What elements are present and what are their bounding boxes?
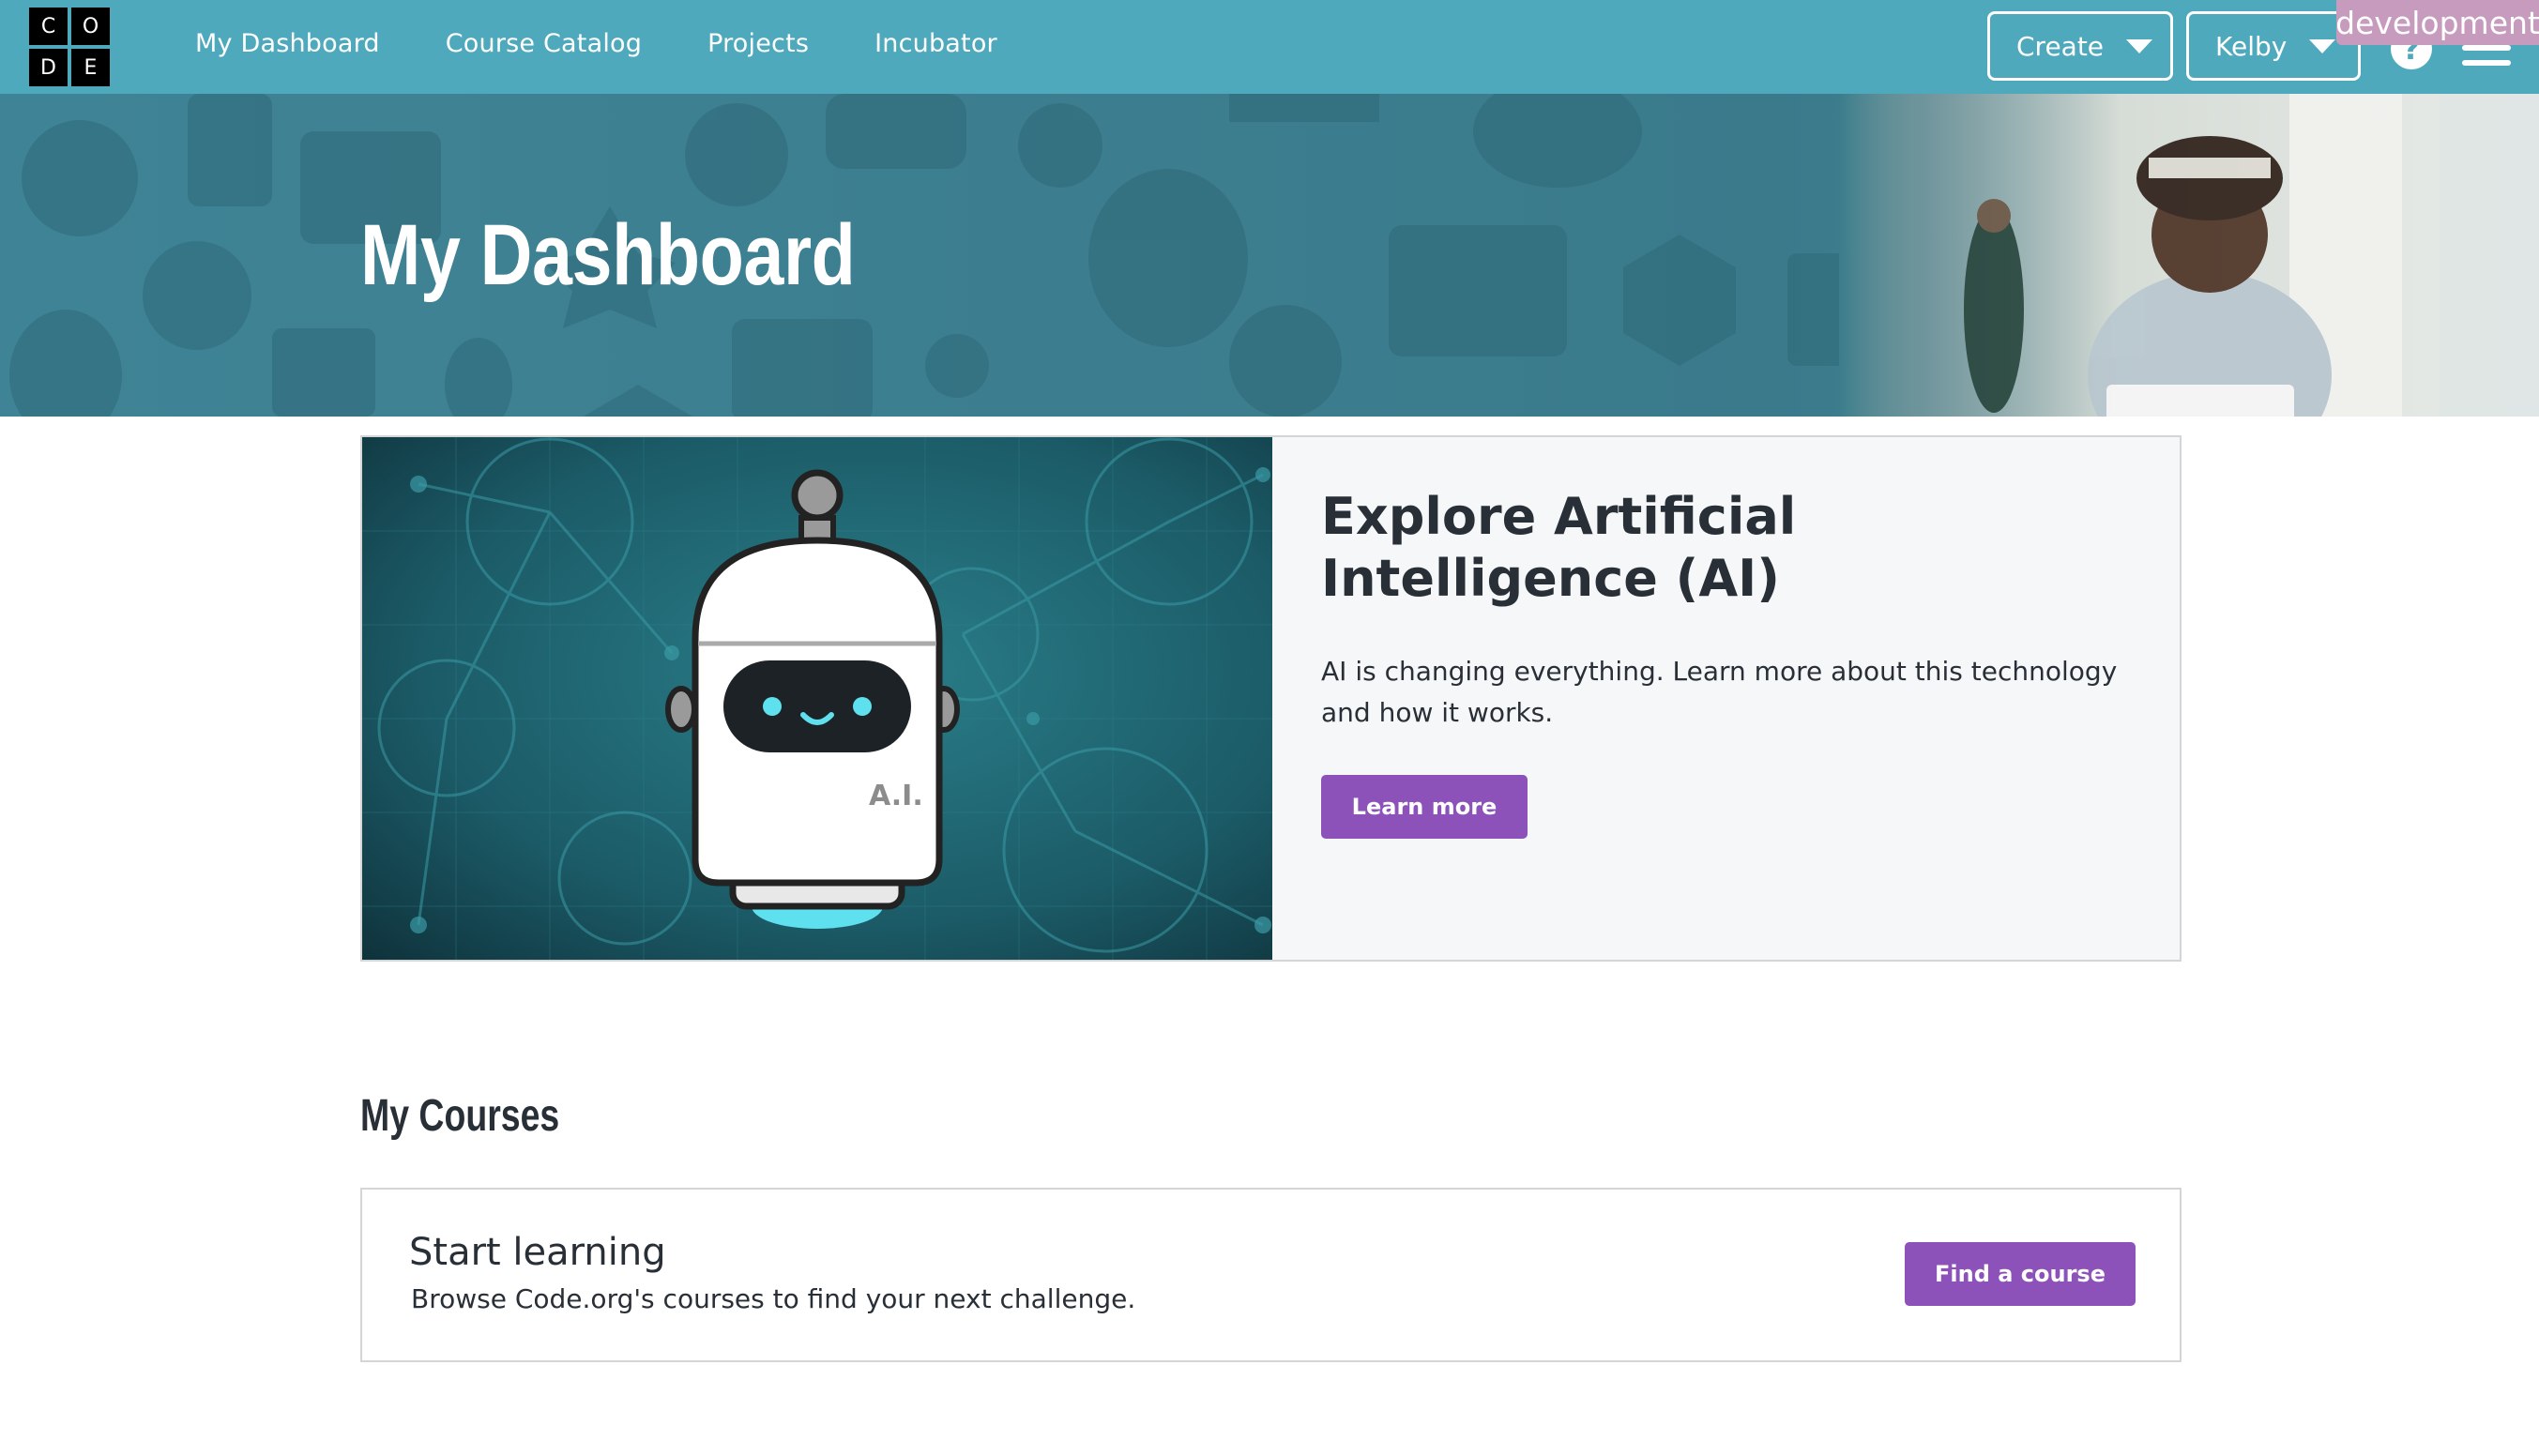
logo-letter: C — [29, 8, 68, 45]
main-nav: My Dashboard Course Catalog Projects Inc… — [195, 0, 997, 86]
nav-link-projects[interactable]: Projects — [707, 29, 809, 58]
top-nav-bar: C O D E My Dashboard Course Catalog Proj… — [0, 0, 2539, 94]
robot-label: A.I. — [869, 780, 923, 812]
promo-description: AI is changing everything. Learn more ab… — [1321, 656, 2118, 728]
start-learning-card: Start learning Browse Code.org's courses… — [360, 1188, 2182, 1362]
promo-text-block: Explore Artificial Intelligence (AI) AI … — [1321, 486, 2128, 839]
logo-letter: O — [71, 8, 110, 45]
course-card-title: Start learning — [409, 1231, 666, 1274]
user-name-label: Kelby — [2215, 30, 2288, 62]
nav-link-course-catalog[interactable]: Course Catalog — [446, 29, 642, 58]
page-title: My Dashboard — [360, 207, 856, 303]
dashboard-hero-banner: My Dashboard — [0, 94, 2539, 417]
nav-link-my-dashboard[interactable]: My Dashboard — [195, 29, 380, 58]
ai-promo-card: A.I. Explore Artificial Intelligence (AI… — [360, 435, 2182, 962]
logo-letter: D — [29, 49, 68, 86]
environment-badge: development — [2335, 0, 2539, 45]
course-card-description: Browse Code.org's courses to find your n… — [411, 1283, 1136, 1314]
nav-link-incubator[interactable]: Incubator — [874, 29, 997, 58]
create-label: Create — [2016, 30, 2105, 62]
my-courses-heading: My Courses — [360, 1091, 560, 1141]
create-dropdown-button[interactable]: Create — [1987, 11, 2173, 81]
code-org-logo[interactable]: C O D E — [29, 8, 110, 86]
learn-more-button[interactable]: Learn more — [1321, 775, 1528, 839]
user-dropdown-button[interactable]: Kelby — [2186, 11, 2361, 81]
promo-title: Explore Artificial Intelligence (AI) — [1321, 487, 1797, 608]
chevron-down-icon — [2126, 38, 2153, 53]
chevron-down-icon — [2309, 38, 2336, 53]
logo-letter: E — [71, 49, 110, 86]
find-a-course-button[interactable]: Find a course — [1905, 1242, 2136, 1306]
ai-robot-illustration: A.I. — [362, 437, 1272, 960]
